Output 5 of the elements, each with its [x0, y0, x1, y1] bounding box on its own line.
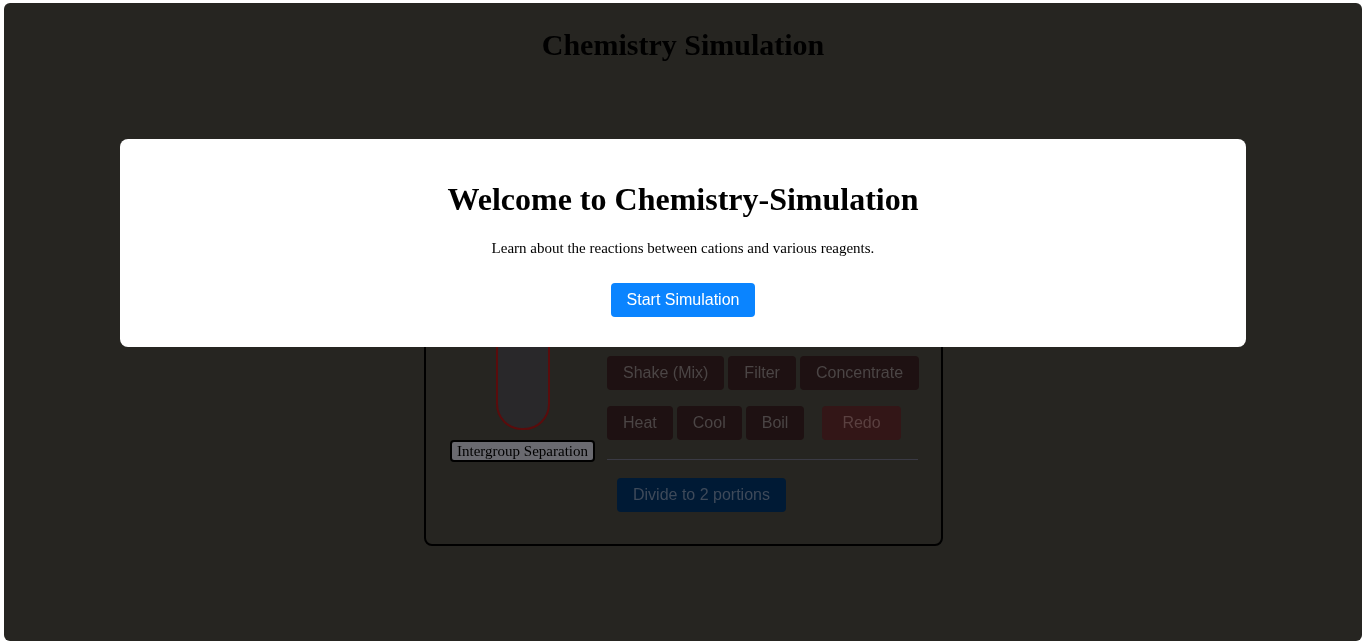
start-simulation-button[interactable]: Start Simulation	[610, 283, 756, 317]
modal-heading: Welcome to Chemistry-Simulation	[447, 180, 919, 219]
divide-button[interactable]: Divide to 2 portions	[617, 478, 786, 512]
modal-description: Learn about the reactions between cations and various reagents.	[491, 239, 875, 257]
test-tube-label: Intergroup Separation	[450, 440, 595, 462]
